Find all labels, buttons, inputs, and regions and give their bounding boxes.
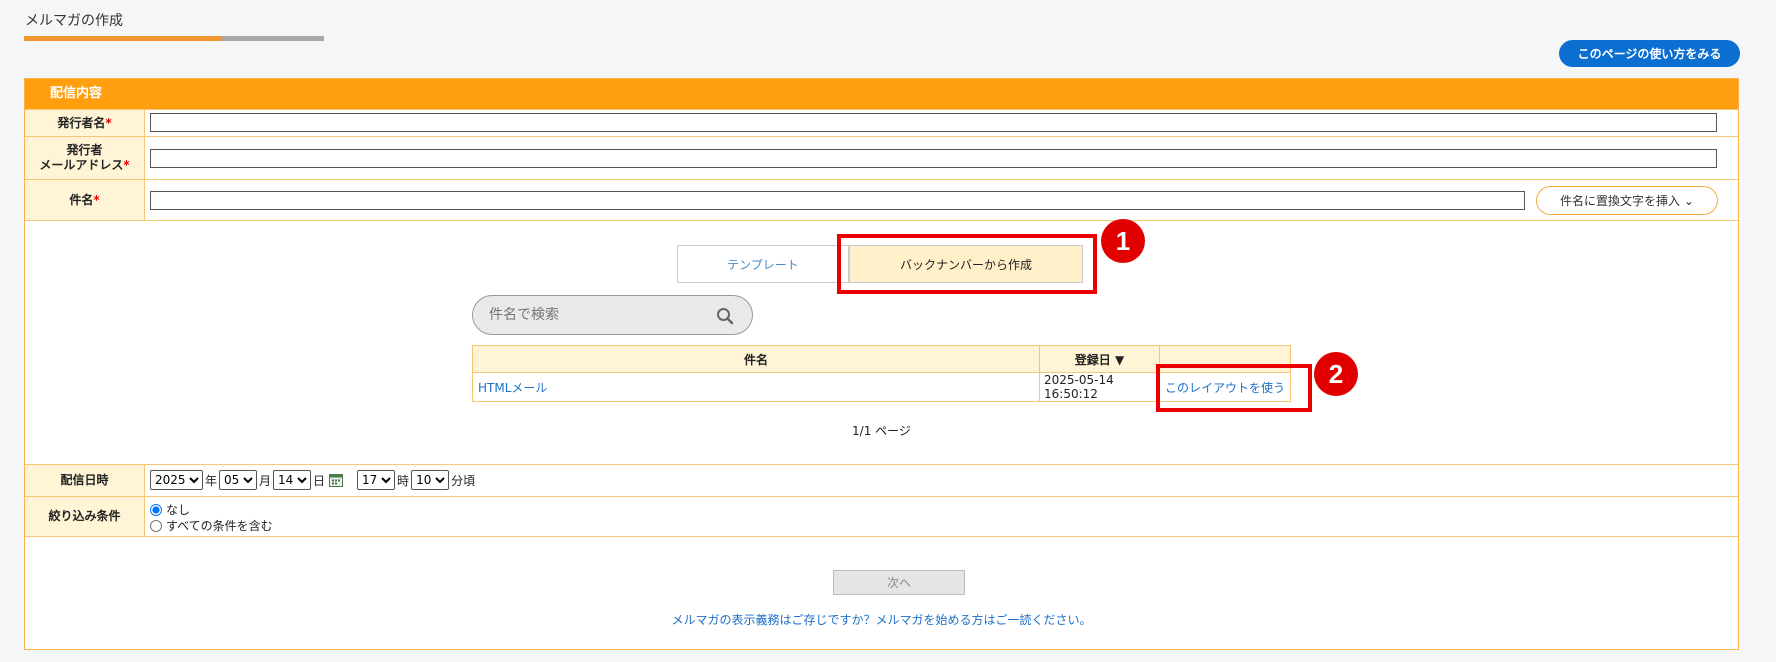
search-input[interactable]: [489, 304, 709, 326]
filter-label: 絞り込み条件: [25, 497, 145, 536]
help-button[interactable]: このページの使い方をみる: [1559, 40, 1740, 67]
notice-link: メルマガの表示義務はご存じですか？メルマガを始める方はご一読ください。: [671, 613, 1092, 627]
month-select[interactable]: 05: [219, 470, 258, 490]
pager: 1/1 ページ: [852, 424, 911, 438]
marker-1: 1: [1101, 219, 1145, 263]
minute-select[interactable]: 10: [411, 470, 450, 490]
title-progress-bar: [24, 36, 324, 41]
filter-row: 絞り込み条件 なし すべての条件を含む: [25, 496, 1738, 536]
delivery-datetime-row: 配信日時 2025 年 05 月 14 日 17 時 10 分頃: [25, 464, 1738, 496]
delivery-datetime-label: 配信日時: [25, 465, 145, 496]
sender-name-input[interactable]: [150, 113, 1717, 132]
highlight-box-1: [837, 234, 1097, 294]
tab-template[interactable]: テンプレート: [677, 245, 849, 283]
row-subject-link[interactable]: HTMLメール: [478, 381, 547, 395]
insert-placeholder-button[interactable]: 件名に置換文字を挿入 ⌄: [1536, 186, 1718, 215]
search-icon[interactable]: [716, 307, 734, 325]
filter-option-all[interactable]: すべての条件を含む: [150, 518, 273, 534]
day-select[interactable]: 14: [273, 470, 312, 490]
hour-select[interactable]: 17: [357, 470, 396, 490]
row-date-cell: 2025-05-14 16:50:12: [1039, 372, 1160, 402]
sender-name-row: 発行者名 *: [25, 109, 1738, 136]
filter-options: なし すべての条件を含む: [150, 502, 273, 534]
delivery-content-panel: 配信内容 発行者名 * 発行者 メールアドレス* 件名 * 件名に置換文字を挿入 ⌄…: [24, 78, 1739, 650]
title-progress-fill: [24, 36, 222, 41]
subject-input[interactable]: [150, 191, 1525, 210]
required-mark: *: [123, 158, 130, 172]
filter-radio-all[interactable]: [150, 520, 162, 532]
next-button[interactable]: 次へ: [833, 570, 965, 595]
sort-desc-icon: ▼: [1114, 352, 1125, 367]
panel-header: 配信内容: [25, 79, 1738, 109]
subject-row: 件名 * 件名に置換文字を挿入 ⌄: [25, 179, 1738, 220]
sender-email-row: 発行者 メールアドレス*: [25, 136, 1738, 179]
required-mark: *: [93, 192, 100, 207]
filter-option-none[interactable]: なし: [150, 502, 273, 518]
filter-radio-none[interactable]: [150, 504, 162, 516]
footer-divider: [25, 536, 1738, 537]
sender-name-label: 発行者名 *: [25, 110, 145, 136]
page-title: メルマガの作成: [25, 13, 123, 29]
subject-label: 件名 *: [25, 180, 145, 220]
calendar-icon[interactable]: [329, 473, 344, 487]
highlight-box-2: [1156, 364, 1312, 412]
sender-email-label: 発行者 メールアドレス*: [25, 137, 145, 179]
chevron-down-icon: ⌄: [1683, 194, 1694, 208]
row-subject-cell: HTMLメール: [472, 372, 1040, 402]
marker-2: 2: [1314, 352, 1358, 396]
col-subject-header: 件名: [472, 345, 1040, 373]
col-date-header[interactable]: 登録日 ▼: [1039, 345, 1160, 373]
sender-email-input[interactable]: [150, 149, 1717, 168]
year-select[interactable]: 2025: [150, 470, 203, 490]
datetime-controls: 2025 年 05 月 14 日 17 時 10 分頃: [150, 470, 475, 490]
search-box: [472, 295, 753, 335]
required-mark: *: [105, 115, 112, 130]
